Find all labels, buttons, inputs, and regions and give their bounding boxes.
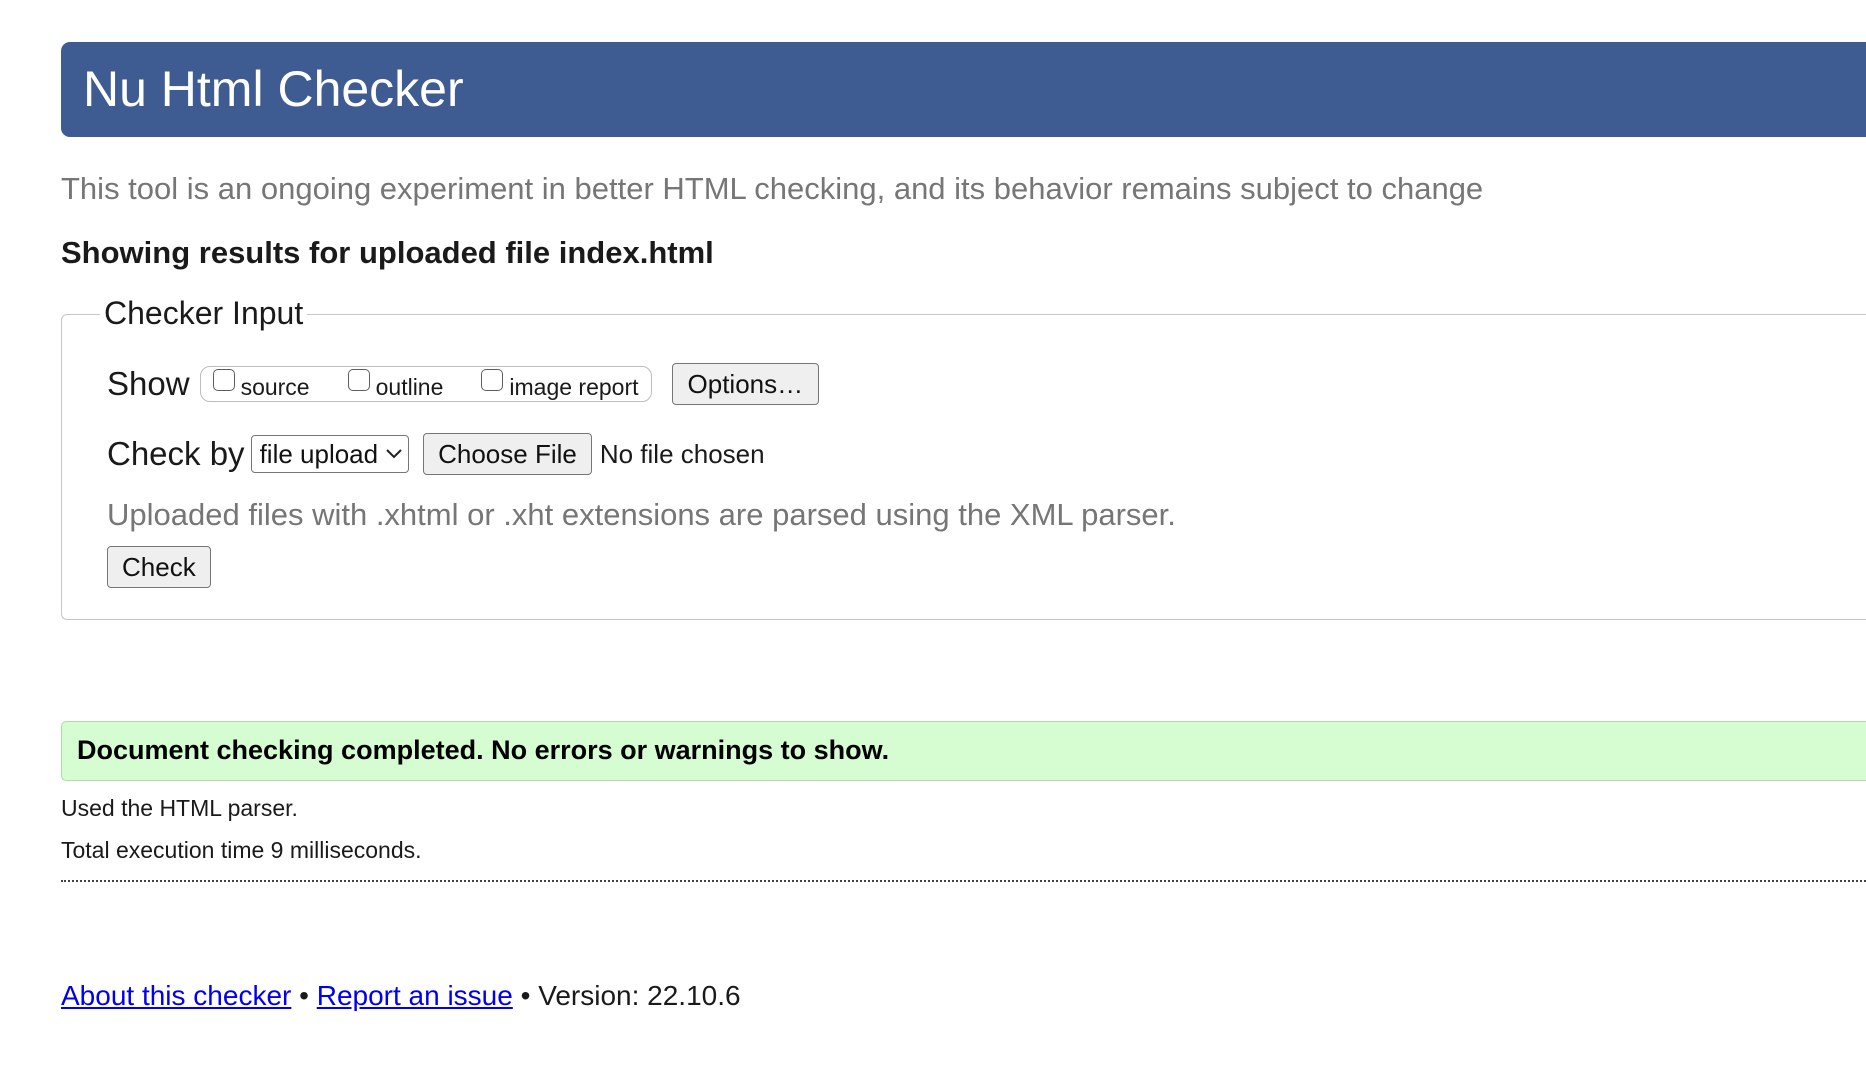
choose-file-button[interactable]: Choose File	[423, 433, 592, 475]
show-label: Show	[107, 365, 190, 402]
outline-checkbox[interactable]	[347, 369, 370, 391]
execution-time: Total execution time 9 milliseconds.	[61, 837, 422, 863]
check-by-row: Check by file upload Choose File No file…	[107, 433, 765, 475]
image-report-checkbox[interactable]	[481, 369, 504, 391]
file-status: No file chosen	[599, 438, 765, 469]
footer-separator: •	[299, 980, 309, 1011]
show-row: Show source outline image report Options…	[107, 363, 820, 405]
show-source-option[interactable]: source	[212, 369, 310, 400]
version-text: Version: 22.10.6	[538, 980, 741, 1011]
show-options-group: source outline image report	[199, 366, 652, 402]
footer: About this checker • Report an issue • V…	[61, 980, 741, 1012]
outline-checkbox-label: outline	[375, 373, 444, 400]
success-message-box: Document checking completed. No errors o…	[61, 721, 1866, 781]
checker-input-fieldset: Checker Input Show source outline image …	[61, 295, 1866, 620]
show-outline-option[interactable]: outline	[347, 369, 444, 400]
fieldset-legend: Checker Input	[100, 295, 308, 332]
chevron-down-icon	[386, 449, 402, 459]
source-checkbox-label: source	[240, 373, 310, 400]
tagline: This tool is an ongoing experiment in be…	[61, 171, 1484, 206]
report-issue-link[interactable]: Report an issue	[317, 980, 513, 1011]
source-checkbox[interactable]	[212, 369, 235, 391]
dotted-divider	[61, 880, 1866, 882]
results-heading: Showing results for uploaded file index.…	[61, 235, 714, 270]
image-report-checkbox-label: image report	[509, 373, 639, 400]
header-banner: Nu Html Checker	[61, 42, 1866, 137]
check-by-label: Check by	[107, 435, 245, 472]
check-by-select[interactable]: file upload	[250, 435, 410, 473]
success-message: Document checking completed. No errors o…	[77, 735, 890, 765]
options-button[interactable]: Options…	[671, 363, 820, 405]
parser-info: Used the HTML parser.	[61, 795, 298, 821]
about-checker-link[interactable]: About this checker	[61, 980, 291, 1011]
page-title: Nu Html Checker	[83, 61, 464, 117]
footer-separator: •	[520, 980, 531, 1011]
check-by-selected-value: file upload	[259, 438, 379, 469]
show-image-report-option[interactable]: image report	[481, 369, 639, 400]
check-button[interactable]: Check	[107, 546, 211, 588]
xml-parser-note: Uploaded files with .xhtml or .xht exten…	[107, 497, 1176, 532]
